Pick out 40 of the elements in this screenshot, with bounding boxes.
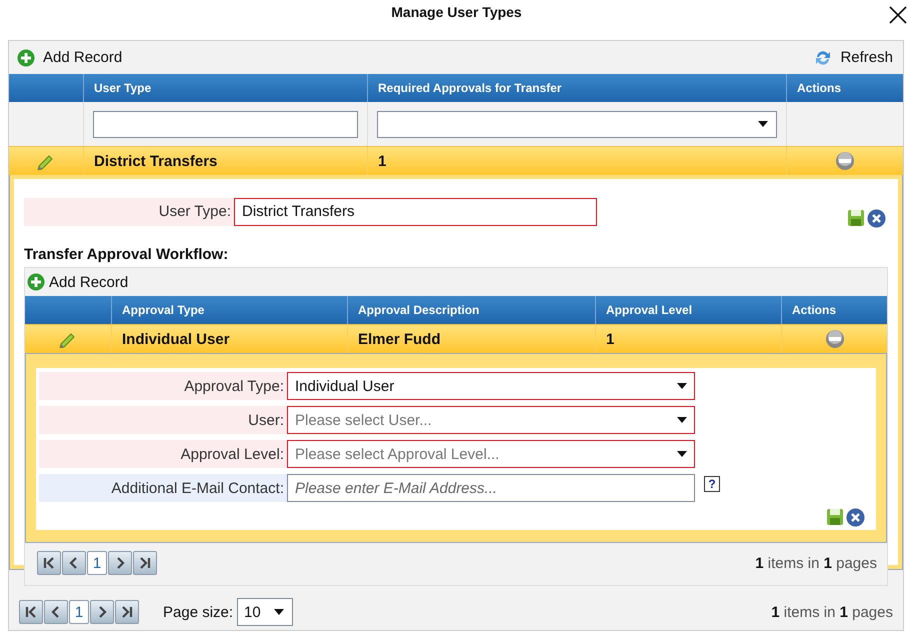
add-record-link[interactable]: Add Record <box>27 273 128 291</box>
filter-field[interactable] <box>93 110 358 138</box>
delete-icon[interactable] <box>824 329 844 349</box>
page-number-button[interactable]: 1 <box>69 600 89 624</box>
delete-icon[interactable] <box>835 151 855 171</box>
add-icon[interactable] <box>27 273 45 291</box>
page-size-label: Page size: <box>163 604 234 620</box>
dropdown-field[interactable]: Please select User... <box>287 406 695 434</box>
save-icon[interactable] <box>826 508 844 526</box>
dropdown-field[interactable]: Please select Approval Level... <box>287 440 695 468</box>
field-label: Additional E-Mail Contact: <box>39 474 287 502</box>
dropdown-field[interactable]: Individual User <box>287 372 695 400</box>
save-icon[interactable] <box>847 209 865 227</box>
dialog-title: Manage User Types <box>391 4 522 20</box>
close-icon[interactable] <box>889 6 907 24</box>
field-label: User: <box>39 406 287 434</box>
refresh-icon[interactable] <box>814 48 832 66</box>
section-title: Transfer Approval Workflow: <box>24 246 230 263</box>
pager-summary: 1 items in 1 pages <box>755 554 877 572</box>
cancel-icon[interactable] <box>867 209 886 228</box>
pager-summary: 1 items in 1 pages <box>771 604 893 620</box>
grid-row[interactable]: District Transfers 1 <box>9 146 903 175</box>
cancel-icon[interactable] <box>846 508 865 527</box>
caret-icon[interactable] <box>677 383 687 389</box>
refresh-link[interactable]: Refresh <box>814 48 893 66</box>
page-number-button[interactable]: 1 <box>87 551 107 575</box>
field-label: User Type: <box>24 198 234 226</box>
page-size-dropdown[interactable]: 10 <box>237 598 294 626</box>
field-label: Approval Type: <box>39 372 287 400</box>
help-button[interactable]: ? <box>704 476 720 492</box>
input-field[interactable]: Please enter E-Mail Address... <box>287 474 695 502</box>
add-record-link[interactable]: Add Record <box>17 48 122 66</box>
grid-row[interactable]: Individual User Elmer Fudd 1 <box>25 324 887 353</box>
input-field[interactable]: District Transfers <box>234 198 597 226</box>
caret-icon[interactable] <box>758 121 768 127</box>
caret-icon[interactable] <box>677 451 687 457</box>
caret-icon[interactable] <box>677 417 687 423</box>
caret-icon[interactable] <box>274 609 284 615</box>
field-label: Approval Level: <box>39 440 287 468</box>
add-icon[interactable] <box>17 48 35 66</box>
